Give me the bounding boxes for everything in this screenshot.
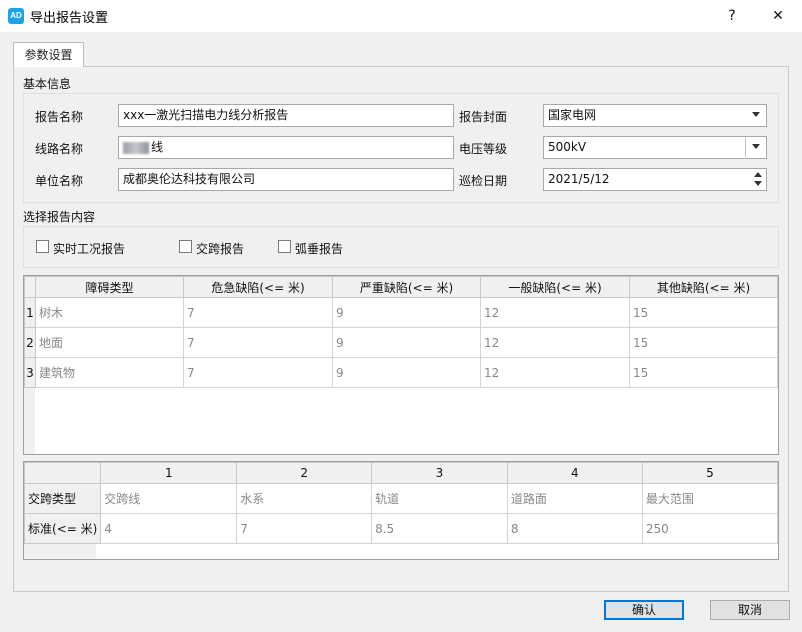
table-cell[interactable]: 12 — [480, 297, 630, 328]
report-name-label: 报告名称 — [35, 110, 84, 124]
title-bar: AD 导出报告设置 ? ✕ — [0, 0, 802, 32]
column-header[interactable]: 一般缺陷(<= 米) — [480, 276, 630, 298]
app-icon: AD — [8, 8, 24, 24]
table-cell[interactable]: 15 — [629, 297, 778, 328]
column-header[interactable]: 1 — [100, 462, 238, 484]
table-cell[interactable]: 水系 — [236, 483, 373, 514]
table-cell[interactable]: 地面 — [35, 327, 184, 358]
window-title: 导出报告设置 — [30, 11, 109, 26]
table-cell[interactable]: 8.5 — [371, 513, 508, 544]
table-cell[interactable]: 12 — [480, 357, 630, 388]
report-content-label: 选择报告内容 — [23, 210, 96, 224]
table-cell[interactable]: 9 — [332, 357, 481, 388]
table-cell[interactable]: 8 — [506, 513, 643, 544]
crossing-report-label: 交跨报告 — [196, 242, 245, 256]
column-header[interactable]: 危急缺陷(<= 米) — [183, 276, 333, 298]
table-header-row: 障碍类型 危急缺陷(<= 米) 严重缺陷(<= 米) 一般缺陷(<= 米) 其他… — [24, 276, 778, 298]
line-name-input[interactable]: 线 — [118, 136, 454, 159]
inspection-date-picker[interactable]: 2021/5/12 — [543, 168, 767, 191]
table-header-row: 1 2 3 4 5 — [23, 462, 779, 484]
report-cover-dropdown[interactable]: 国家电网 — [543, 104, 767, 127]
crossing-report-checkbox[interactable] — [179, 240, 192, 253]
corner-cell — [24, 276, 36, 298]
row-number[interactable]: 2 — [24, 327, 36, 358]
unit-name-input[interactable]: 成都奥伦达科技有限公司 — [118, 168, 454, 191]
chevron-down-icon[interactable] — [752, 144, 760, 149]
column-header[interactable]: 5 — [641, 462, 779, 484]
table-cell[interactable]: 7 — [183, 357, 333, 388]
column-header[interactable]: 4 — [506, 462, 643, 484]
table-cell[interactable]: 建筑物 — [35, 357, 184, 388]
line-name-label: 线路名称 — [35, 142, 84, 156]
table-row: 1 树木 7 9 12 15 — [24, 297, 778, 328]
inspection-date-label: 巡检日期 — [459, 174, 508, 188]
column-header[interactable]: 2 — [236, 462, 373, 484]
realtime-report-checkbox[interactable] — [36, 240, 49, 253]
help-button[interactable]: ? — [720, 6, 744, 26]
column-header[interactable]: 其他缺陷(<= 米) — [629, 276, 778, 298]
table-cell[interactable]: 250 — [641, 513, 779, 544]
table-cell[interactable]: 9 — [332, 297, 481, 328]
crossing-grid: 1 2 3 4 5 交跨类型 交跨线 水系 轨道 道路面 最大范围 标准(<= … — [23, 462, 779, 544]
table-cell[interactable]: 7 — [236, 513, 373, 544]
table-cell[interactable]: 7 — [183, 327, 333, 358]
table-row: 3 建筑物 7 9 12 15 — [24, 357, 778, 388]
table-cell[interactable]: 树木 — [35, 297, 184, 328]
spin-down-icon[interactable] — [754, 181, 762, 186]
column-header[interactable]: 严重缺陷(<= 米) — [332, 276, 481, 298]
row-header-filler — [24, 387, 35, 454]
column-header[interactable]: 3 — [371, 462, 508, 484]
spin-up-icon[interactable] — [754, 172, 762, 177]
table-cell[interactable]: 轨道 — [371, 483, 508, 514]
report-content-group — [23, 226, 779, 268]
sag-report-checkbox[interactable] — [278, 240, 291, 253]
inspection-date-value: 2021/5/12 — [548, 172, 610, 186]
tab-parameter-settings[interactable]: 参数设置 — [13, 42, 84, 67]
report-cover-label: 报告封面 — [459, 110, 508, 124]
crossing-standard-table[interactable]: 1 2 3 4 5 交跨类型 交跨线 水系 轨道 道路面 最大范围 标准(<= … — [23, 461, 779, 560]
confirm-button[interactable]: 确认 — [604, 600, 684, 620]
voltage-level-value: 500kV — [548, 140, 587, 154]
defect-grid: 障碍类型 危急缺陷(<= 米) 严重缺陷(<= 米) 一般缺陷(<= 米) 其他… — [24, 276, 778, 388]
row-number[interactable]: 3 — [24, 357, 36, 388]
voltage-level-label: 电压等级 — [459, 142, 508, 156]
table-cell[interactable]: 最大范围 — [641, 483, 779, 514]
line-name-value: 线 — [151, 140, 164, 154]
table-cell[interactable]: 15 — [629, 327, 778, 358]
realtime-report-label: 实时工况报告 — [53, 242, 126, 256]
table-row: 交跨类型 交跨线 水系 轨道 道路面 最大范围 — [23, 483, 779, 514]
combo-divider — [745, 138, 746, 157]
report-cover-value: 国家电网 — [548, 108, 597, 122]
table-cell[interactable]: 12 — [480, 327, 630, 358]
table-cell[interactable]: 道路面 — [506, 483, 643, 514]
close-button[interactable]: ✕ — [766, 6, 790, 26]
defect-threshold-table[interactable]: 障碍类型 危急缺陷(<= 米) 严重缺陷(<= 米) 一般缺陷(<= 米) 其他… — [23, 275, 779, 455]
redacted-text — [123, 141, 149, 154]
table-cell[interactable]: 4 — [100, 513, 238, 544]
chevron-down-icon — [752, 112, 760, 117]
report-name-input[interactable]: xxx一激光扫描电力线分析报告 — [118, 104, 454, 127]
voltage-level-combobox[interactable]: 500kV — [543, 136, 767, 159]
table-row: 2 地面 7 9 12 15 — [24, 327, 778, 358]
corner-cell — [23, 462, 102, 484]
unit-name-label: 单位名称 — [35, 174, 84, 188]
sag-report-label: 弧垂报告 — [295, 242, 344, 256]
table-row: 标准(<= 米) 4 7 8.5 8 250 — [23, 513, 779, 544]
table-cell[interactable]: 交跨线 — [100, 483, 238, 514]
row-number[interactable]: 1 — [24, 297, 36, 328]
table-cell[interactable]: 9 — [332, 327, 481, 358]
row-header-filler — [24, 543, 96, 559]
basic-info-label: 基本信息 — [23, 77, 72, 91]
row-header[interactable]: 交跨类型 — [23, 483, 102, 514]
row-header[interactable]: 标准(<= 米) — [23, 513, 102, 544]
cancel-button[interactable]: 取消 — [710, 600, 790, 620]
table-cell[interactable]: 7 — [183, 297, 333, 328]
table-cell[interactable]: 15 — [629, 357, 778, 388]
column-header[interactable]: 障碍类型 — [35, 276, 184, 298]
